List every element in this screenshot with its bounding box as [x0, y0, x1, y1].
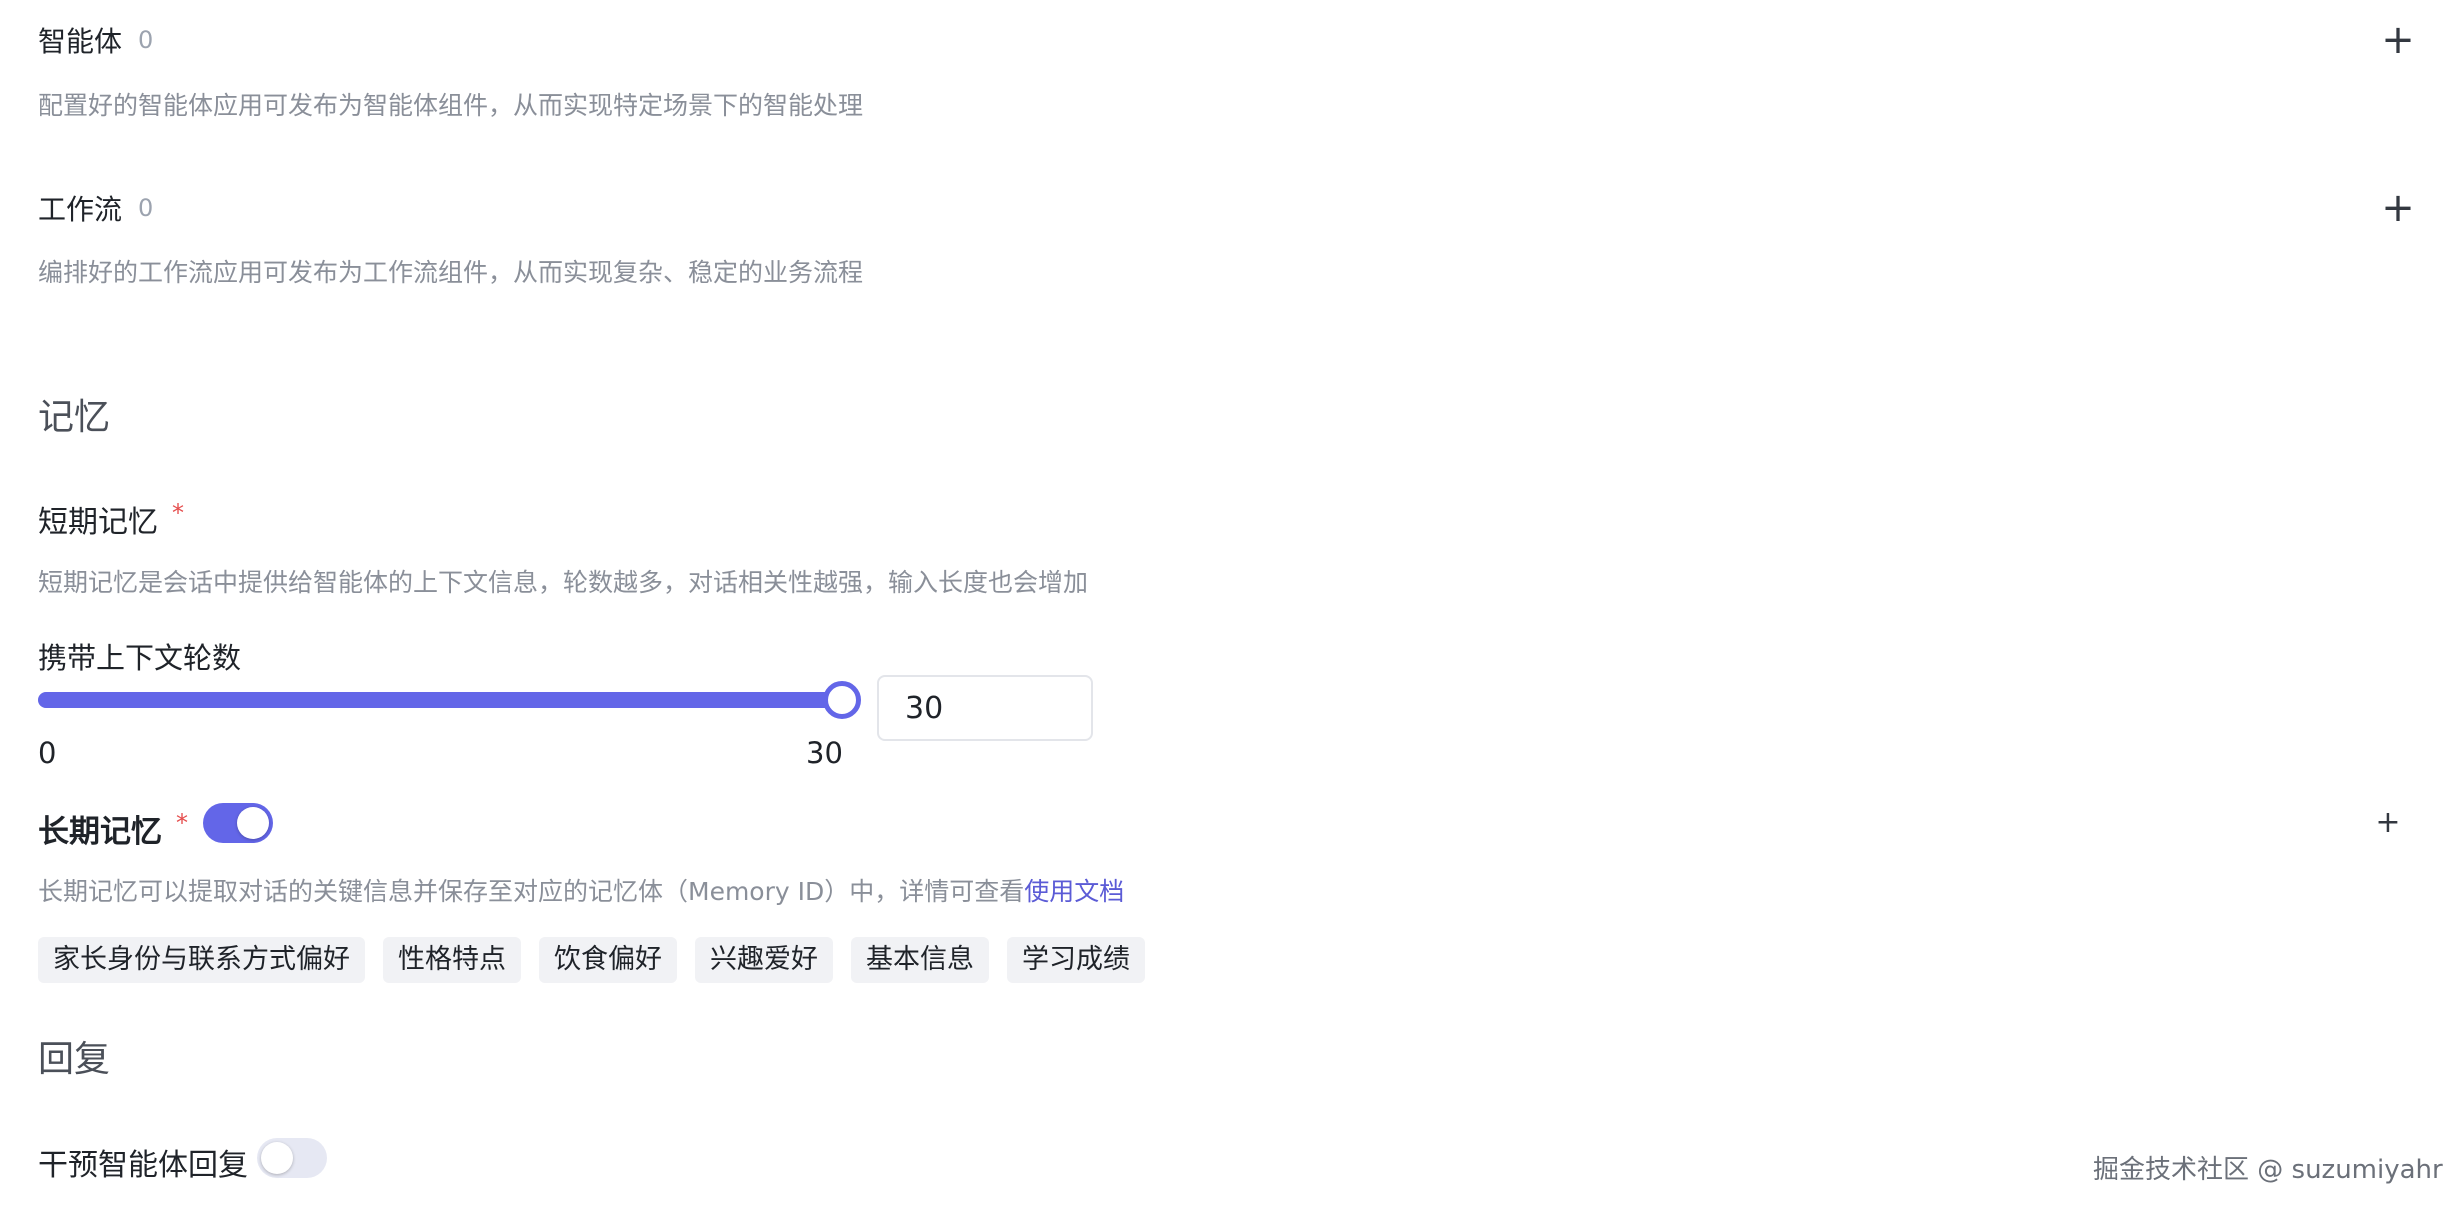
required-mark: *: [172, 499, 184, 527]
long-term-memory-title: 长期记忆 *: [38, 806, 188, 851]
context-rounds-input[interactable]: [877, 675, 1093, 741]
workflows-description: 编排好的工作流应用可发布为工作流组件，从而实现复杂、稳定的业务流程: [38, 258, 864, 287]
plus-icon: +: [2375, 805, 2401, 840]
memory-tag[interactable]: 性格特点: [383, 937, 521, 983]
short-term-memory-label: 短期记忆: [38, 505, 158, 540]
slider-fill: [38, 692, 842, 708]
agents-row-title: 智能体 0: [38, 20, 153, 60]
slider-max-label: 30: [806, 736, 843, 770]
long-term-memory-description-text: 长期记忆可以提取对话的关键信息并保存至对应的记忆体（Memory ID）中，详情…: [38, 877, 1025, 906]
context-rounds-slider[interactable]: [38, 692, 842, 708]
workflows-title: 工作流: [38, 193, 123, 226]
memory-tag[interactable]: 基本信息: [851, 937, 989, 983]
slider-min-label: 0: [38, 736, 57, 770]
memory-tag[interactable]: 学习成绩: [1007, 937, 1145, 983]
long-term-memory-label: 长期记忆: [38, 814, 162, 850]
intervene-reply-title: 干预智能体回复: [38, 1140, 248, 1184]
memory-tag[interactable]: 饮食偏好: [539, 937, 677, 983]
intervene-reply-label: 干预智能体回复: [38, 1148, 248, 1183]
slider-thumb[interactable]: [823, 681, 861, 719]
agents-description: 配置好的智能体应用可发布为智能体组件，从而实现特定场景下的智能处理: [38, 91, 864, 120]
intervene-reply-toggle[interactable]: [257, 1138, 327, 1178]
agents-count: 0: [138, 26, 154, 54]
memory-tags: 家长身份与联系方式偏好 性格特点 饮食偏好 兴趣爱好 基本信息 学习成绩: [38, 937, 1145, 983]
add-memory-tag-button[interactable]: +: [2373, 808, 2403, 838]
long-term-memory-description: 长期记忆可以提取对话的关键信息并保存至对应的记忆体（Memory ID）中，详情…: [38, 872, 1124, 908]
context-rounds-label: 携带上下文轮数: [38, 641, 242, 675]
workflows-row-title: 工作流 0: [38, 188, 153, 228]
add-workflow-button[interactable]: +: [2378, 188, 2418, 228]
workflows-count: 0: [138, 194, 154, 222]
memory-tag[interactable]: 兴趣爱好: [695, 937, 833, 983]
doc-link[interactable]: 使用文档: [1024, 877, 1124, 906]
toggle-knob: [237, 807, 269, 839]
reply-section-title: 回复: [38, 1039, 111, 1080]
long-term-memory-toggle[interactable]: [203, 803, 273, 843]
agent-config-page: 智能体 0 + 配置好的智能体应用可发布为智能体组件，从而实现特定场景下的智能处…: [0, 0, 2447, 1211]
short-term-memory-title: 短期记忆 *: [38, 497, 184, 541]
memory-section-title: 记忆: [38, 397, 111, 438]
agents-title: 智能体: [38, 25, 123, 58]
add-agent-button[interactable]: +: [2378, 20, 2418, 60]
required-mark: *: [176, 808, 188, 837]
watermark: 掘金技术社区 @ suzumiyahr: [2093, 1155, 2443, 1185]
short-term-memory-description: 短期记忆是会话中提供给智能体的上下文信息，轮数越多，对话相关性越强，输入长度也会…: [38, 568, 1089, 597]
plus-icon: +: [2381, 17, 2415, 63]
plus-icon: +: [2381, 185, 2415, 231]
memory-tag[interactable]: 家长身份与联系方式偏好: [38, 937, 365, 983]
toggle-knob: [261, 1142, 293, 1174]
